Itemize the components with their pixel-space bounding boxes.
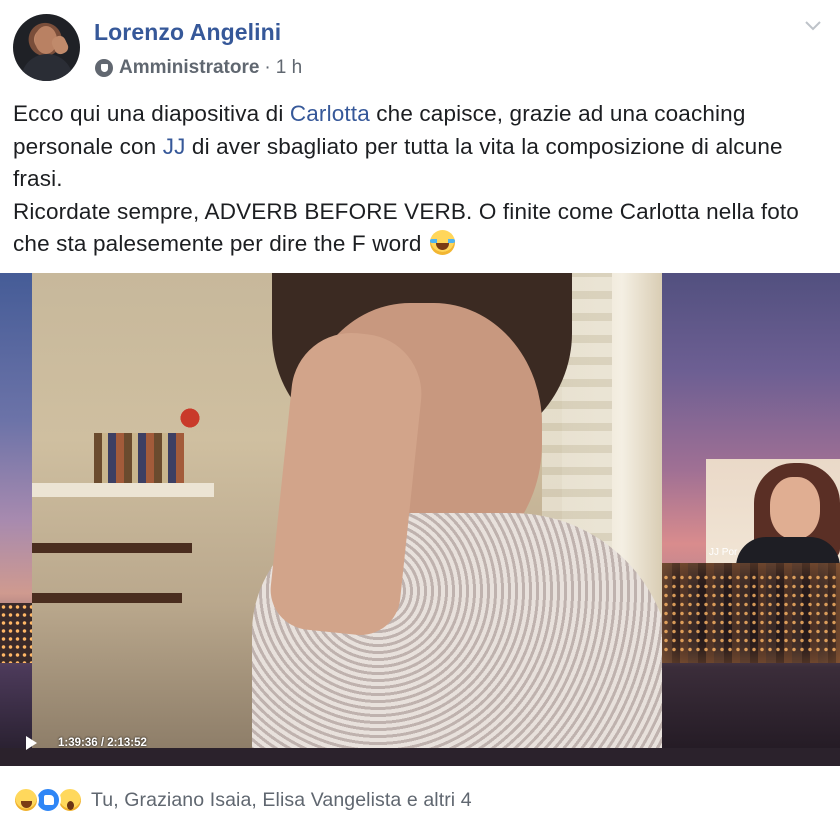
author-avatar[interactable] [13,14,80,81]
reactions-summary[interactable]: Tu, Graziano Isaia, Elisa Vangelista e a… [13,786,472,814]
books [94,433,184,483]
background-strip [0,273,32,766]
play-icon[interactable] [26,736,37,750]
post-meta: Amministratore · 1 h [95,56,302,80]
wall-shelf [32,593,182,603]
reaction-names[interactable]: Tu, Graziano Isaia, Elisa Vangelista e a… [91,789,472,812]
flower-pot [172,403,208,433]
pip-body [736,537,840,563]
post-text-line2: Ricordate sempre, ADVERB BEFORE VERB. O … [13,198,799,257]
mention-carlotta[interactable]: Carlotta [290,101,370,126]
video-current-time: 1:39:36 [58,737,98,749]
city-lights [662,573,840,653]
admin-shield-icon [95,59,113,77]
pip-face [770,477,820,539]
picture-in-picture-feed: JJ Por [706,459,840,563]
video-time: 1:39:36 / 2:13:52 [58,737,147,749]
video-duration: 2:13:52 [107,737,147,749]
admin-role-label: Amministratore [119,57,260,78]
pip-label: JJ Por [709,547,738,558]
avatar-shirt [21,54,73,81]
facebook-post: Lorenzo Angelini Amministratore · 1 h Ec… [0,0,840,828]
main-video-feed [32,273,662,748]
post-text: Ecco qui una diapositiva di Carlotta che… [13,98,828,261]
video-controls: 1:39:36 / 2:13:52 [26,735,147,751]
post-header: Lorenzo Angelini Amministratore · 1 h [0,0,840,92]
post-timestamp[interactable]: 1 h [276,57,302,79]
avatar-hand [49,33,71,57]
background-city-left [0,603,32,663]
chevron-down-icon[interactable] [803,18,823,34]
post-text-segment: Ecco qui una diapositiva di [13,101,290,126]
woman-in-video [252,273,662,748]
author-name[interactable]: Lorenzo Angelini [94,19,281,46]
wall-shelf [32,483,214,497]
meta-separator: · [264,57,271,78]
haha-icon [13,787,39,813]
wall-shelf [32,543,192,553]
mention-jj[interactable]: JJ [163,134,186,159]
face-with-tears-of-joy-icon [429,230,455,255]
video-player[interactable]: JJ Por 1:39:36 / 2:13:52 [0,273,840,766]
video-time-separator: / [97,737,108,749]
